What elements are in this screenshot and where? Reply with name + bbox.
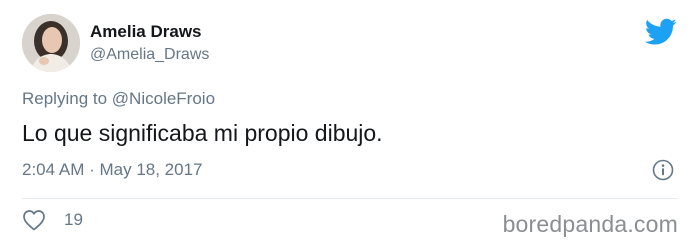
author-handle[interactable]: @Amelia_Draws xyxy=(90,45,209,65)
watermark: boredpanda.com xyxy=(502,211,678,237)
avatar[interactable] xyxy=(22,14,80,72)
author-display-name[interactable]: Amelia Draws xyxy=(90,22,202,42)
replying-to-prefix: Replying to xyxy=(22,89,108,108)
like-count: 19 xyxy=(64,210,83,229)
tweet-text: Lo que significaba mi propio dibujo. xyxy=(22,120,383,146)
info-icon[interactable] xyxy=(652,159,674,181)
replying-to: Replying to @NicoleFroio xyxy=(22,89,215,109)
reply-target-handle[interactable]: @NicoleFroio xyxy=(112,89,215,108)
profile-photo xyxy=(22,14,80,72)
tweet-card: Amelia Draws @Amelia_Draws Replying to @… xyxy=(0,0,700,249)
like-button[interactable]: 19 xyxy=(22,208,83,232)
twitter-bird-icon[interactable] xyxy=(644,18,677,46)
heart-icon xyxy=(23,210,45,231)
divider xyxy=(22,198,678,199)
tweet-timestamp[interactable]: 2:04 AM · May 18, 2017 xyxy=(22,159,203,181)
